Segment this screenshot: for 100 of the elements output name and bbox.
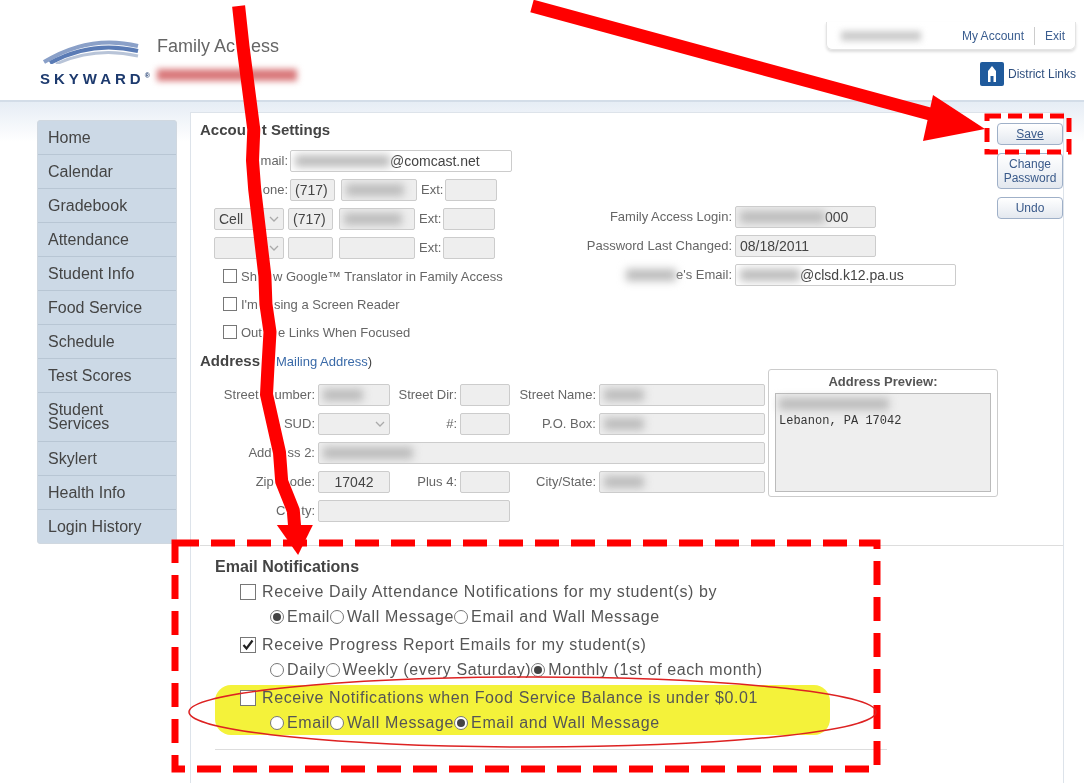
radio-label: Email and Wall Message — [471, 607, 660, 626]
field-label: Street Dir: — [398, 387, 457, 402]
sidebar-item[interactable]: Food Service — [38, 291, 176, 325]
checkbox-label: Receive Daily Attendance Notifications for my student(s) by — [262, 582, 718, 601]
sidebar-item[interactable]: Schedule — [38, 325, 176, 359]
redacted-text — [323, 388, 363, 401]
sidebar-item[interactable]: Health Info — [38, 476, 176, 510]
checkbox[interactable] — [240, 583, 256, 600]
readonly-field: 08/18/2011 — [735, 234, 876, 257]
account-link[interactable]: Exit — [1045, 28, 1065, 43]
checkbox-label: Receive Notifications when Food Service Balance is under $0.01 — [262, 688, 759, 707]
sidebar-item[interactable]: Student Services — [38, 393, 176, 442]
checkbox-label: sing a Screen Reader — [273, 296, 400, 312]
input-field[interactable] — [460, 383, 510, 406]
field-label: Add — [248, 445, 272, 460]
extension-field[interactable] — [445, 178, 498, 201]
input-field[interactable] — [318, 499, 510, 522]
section-title: Address — [200, 352, 261, 369]
checkbox-label: Receive Progress Report Emails for my student(s) — [262, 635, 647, 654]
radio-button[interactable] — [330, 609, 344, 624]
phone-number-field[interactable] — [339, 207, 415, 230]
phone-number-field[interactable] — [339, 236, 415, 259]
input-field[interactable] — [318, 441, 765, 464]
sidebar-item[interactable]: Skylert — [38, 442, 176, 476]
mailing-address-link[interactable]: Mailing Address — [276, 354, 368, 369]
sidebar-item[interactable]: Login History — [38, 510, 176, 543]
phone-number-field[interactable] — [341, 178, 417, 201]
save-button[interactable]: Save — [997, 123, 1063, 145]
field-label: e's Email: — [676, 267, 732, 282]
input-field[interactable]: 17042 — [318, 470, 390, 493]
radio-label: Email and Wall Message — [471, 713, 660, 732]
sidebar-item[interactable]: Attendance — [38, 223, 176, 257]
building-icon — [980, 62, 1004, 86]
caret-icon — [269, 214, 279, 223]
field-label: Family Access Login: — [609, 209, 732, 224]
field-label: SUD: — [283, 416, 315, 431]
section-title: Email Notifications — [215, 558, 360, 576]
field-label: Ext: — [419, 211, 442, 226]
email-field[interactable]: @comcast.net — [290, 149, 512, 172]
area-code-field[interactable] — [288, 236, 333, 259]
radio-label: Wall Message — [347, 607, 455, 626]
checkbox[interactable] — [240, 636, 256, 653]
checkbox[interactable] — [223, 325, 237, 339]
radio-label: Email — [287, 607, 330, 626]
field-label: Street Name: — [519, 387, 596, 402]
checkbox-label: e Links When Focused — [277, 324, 411, 340]
radio-label: Email — [287, 713, 330, 732]
caret-icon — [269, 243, 279, 252]
action-button[interactable]: Undo — [997, 197, 1063, 219]
readonly-field: 000 — [735, 205, 876, 228]
sidebar-item[interactable]: Home — [38, 121, 176, 155]
field-label: one: — [262, 182, 288, 197]
field-label: Password Last Changed: — [586, 238, 732, 253]
field-label: Plus 4: — [417, 474, 457, 489]
section-title: t Settings — [261, 121, 331, 138]
select-field[interactable] — [318, 412, 390, 435]
radio-button[interactable] — [270, 715, 284, 730]
email-field[interactable]: @clsd.k12.pa.us — [735, 263, 956, 286]
radio-button[interactable] — [270, 609, 284, 624]
radio-label: Monthly (1st of each month) — [548, 660, 763, 679]
field-label: ode: — [289, 474, 315, 489]
radio-button[interactable] — [270, 662, 284, 677]
action-button[interactable]: Change Password — [997, 153, 1063, 189]
radio-button[interactable] — [531, 662, 546, 677]
app-title: Family Ac — [157, 36, 235, 57]
area-code-field[interactable]: (717) — [288, 207, 333, 230]
radio-button[interactable] — [454, 715, 469, 730]
field-label: Street — [223, 387, 259, 402]
input-field[interactable] — [599, 383, 765, 406]
sidebar-item[interactable]: Calendar — [38, 155, 176, 189]
area-code-field[interactable]: (717) — [290, 178, 335, 201]
extension-field[interactable] — [443, 236, 496, 259]
field-label: umber: — [274, 387, 315, 402]
checkbox-label: I'm — [241, 296, 258, 312]
radio-button[interactable] — [454, 609, 469, 624]
field-label: Zip — [255, 474, 274, 489]
input-field[interactable] — [460, 412, 510, 435]
redacted-text — [346, 183, 404, 196]
checkbox[interactable] — [223, 297, 237, 311]
field-label: Ext: — [421, 182, 444, 197]
field-label: mail: — [260, 153, 288, 168]
sidebar-item[interactable]: Gradebook — [38, 189, 176, 223]
input-field[interactable] — [318, 383, 390, 406]
input-field[interactable] — [460, 470, 510, 493]
sidebar-item[interactable]: Test Scores — [38, 359, 176, 393]
radio-button[interactable] — [330, 715, 344, 730]
field-label: C — [275, 503, 286, 518]
sidebar-item[interactable]: Student Info — [38, 257, 176, 291]
preview-title: Address Preview: — [828, 374, 938, 389]
input-field[interactable] — [599, 412, 765, 435]
field-label: City/State: — [536, 474, 596, 489]
district-links-link[interactable]: District Links — [1008, 67, 1076, 81]
checkbox[interactable] — [223, 269, 237, 283]
caret-icon — [375, 419, 385, 428]
extension-field[interactable] — [443, 207, 496, 230]
input-field[interactable] — [599, 470, 765, 493]
radio-label: Weekly (every Saturday) — [342, 660, 532, 679]
account-link[interactable]: My Account — [961, 28, 1024, 43]
radio-label: Wall Message — [347, 713, 455, 732]
radio-button[interactable] — [325, 662, 340, 677]
